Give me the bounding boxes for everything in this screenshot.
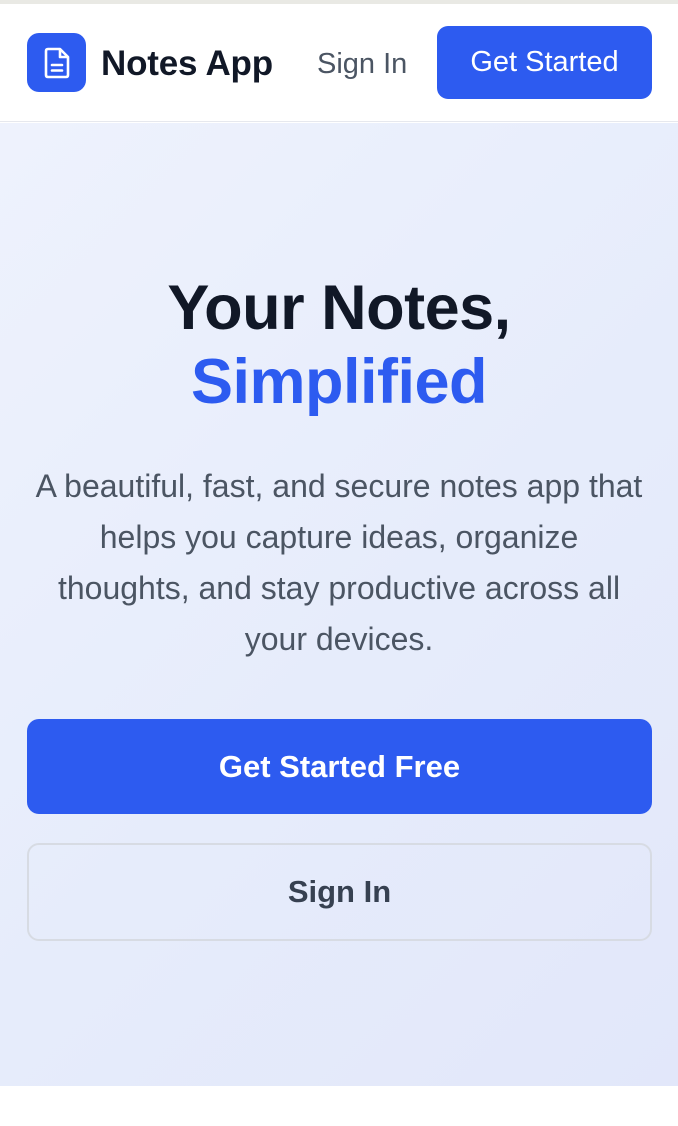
nav-sign-in-link[interactable]: Sign In [317, 46, 407, 82]
hero-title-line1: Your Notes, [167, 273, 511, 343]
hero-section: Your Notes, Simplified A beautiful, fast… [0, 123, 678, 1086]
document-icon [44, 47, 69, 78]
hero-sign-in-button[interactable]: Sign In [27, 843, 652, 941]
logo[interactable] [27, 33, 86, 92]
top-navbar: Notes App Sign In Get Started [0, 4, 678, 122]
nav-get-started-button[interactable]: Get Started [437, 26, 652, 99]
hero-title-accent: Simplified [190, 347, 488, 417]
get-started-free-button[interactable]: Get Started Free [27, 719, 652, 814]
hero-description: A beautiful, fast, and secure notes app … [35, 468, 643, 657]
brand-name[interactable]: Notes App [101, 43, 273, 85]
hero-title: Your Notes, Simplified [0, 271, 678, 419]
